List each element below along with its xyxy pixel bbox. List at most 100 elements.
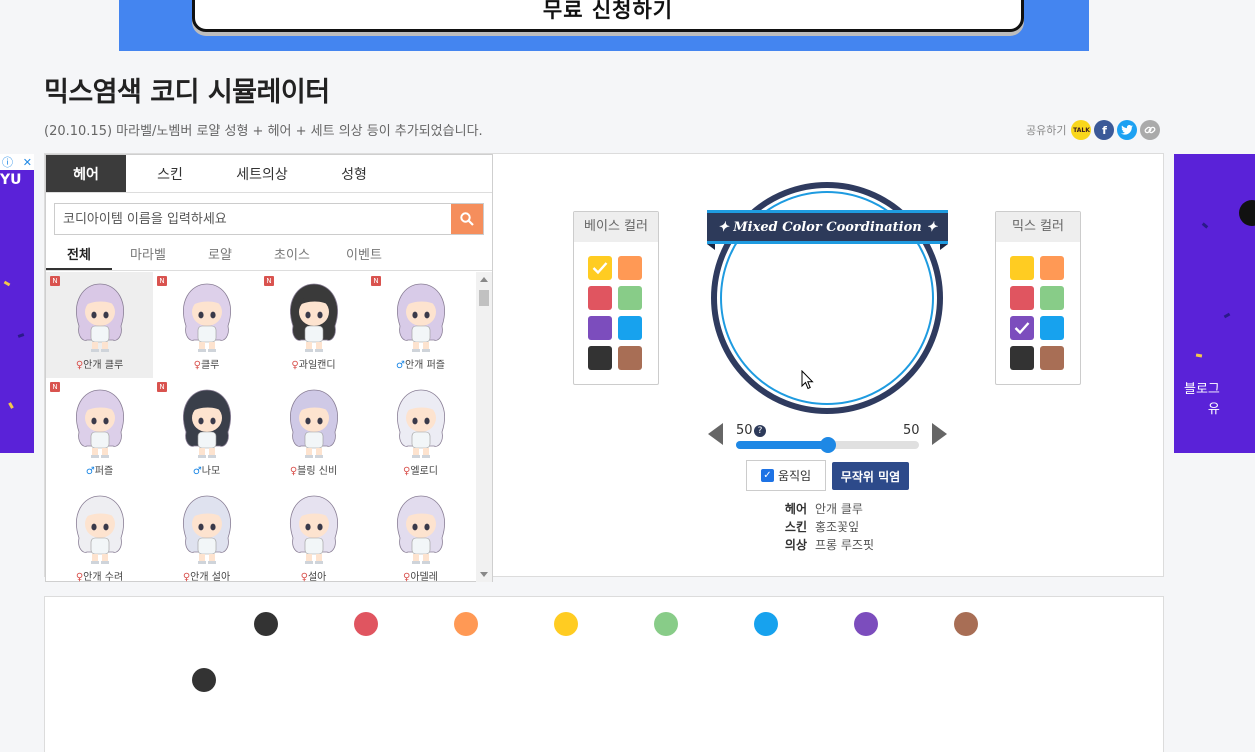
hair-item[interactable]: ♀설아: [260, 484, 367, 582]
item-name: 안개 클루: [83, 360, 124, 371]
base-color-swatch-brown[interactable]: [618, 346, 642, 370]
ratio-increase-arrow-icon[interactable]: [932, 423, 947, 445]
hair-item[interactable]: N ♀클루: [153, 272, 260, 378]
gender-icon: ♀: [291, 360, 299, 371]
color-combinations-panel: [44, 596, 1164, 752]
base-color-swatch-green[interactable]: [618, 286, 642, 310]
base-color-picker: 베이스 컬러: [573, 211, 659, 385]
mix-color-swatch-yellow[interactable]: [1010, 256, 1034, 280]
new-badge: N: [157, 382, 167, 392]
hair-item[interactable]: ♀안개 설아: [153, 484, 260, 582]
hair-item[interactable]: N ♂퍼즐: [46, 378, 153, 484]
combination-color-dot[interactable]: [254, 612, 278, 636]
item-grid-scrollbar[interactable]: [476, 272, 492, 582]
category-tabs: 헤어 스킨 세트의상 성형: [46, 155, 492, 193]
help-icon[interactable]: ?: [754, 425, 766, 437]
base-color-swatch-yellow[interactable]: [588, 256, 612, 280]
mix-color-swatch-black[interactable]: [1010, 346, 1034, 370]
subtab-all[interactable]: 전체: [46, 243, 112, 270]
hair-item[interactable]: N ♀안개 클루: [46, 272, 153, 378]
search-icon: [460, 212, 474, 226]
item-name: 안개 설아: [190, 572, 231, 582]
combination-color-dot[interactable]: [454, 612, 478, 636]
hair-preview-avatar: [396, 283, 445, 352]
combination-color-dot[interactable]: [954, 612, 978, 636]
subtab-royal[interactable]: 로얄: [184, 243, 256, 270]
hair-item[interactable]: ♀블링 신비: [260, 378, 367, 484]
base-color-swatch-blue[interactable]: [618, 316, 642, 340]
item-name: 엘로디: [410, 466, 438, 477]
gender-icon: ♂: [85, 466, 95, 477]
motion-toggle[interactable]: ✓ 움직임: [746, 460, 826, 491]
search-button[interactable]: [451, 204, 483, 234]
hair-preview-avatar: [289, 283, 338, 352]
slider-handle[interactable]: [819, 437, 836, 453]
link-icon[interactable]: [1140, 120, 1161, 140]
tab-face[interactable]: 성형: [310, 155, 398, 192]
search-input[interactable]: [55, 204, 451, 234]
hair-item[interactable]: ♀안개 수려: [46, 484, 153, 582]
share-label: 공유하기: [1026, 124, 1067, 137]
hair-item[interactable]: ♀아델레: [367, 484, 474, 582]
mix-ratio-value: 50: [903, 423, 920, 438]
base-color-swatch-black[interactable]: [588, 346, 612, 370]
hair-preview-avatar: [182, 389, 231, 458]
gender-icon: ♀: [193, 360, 201, 371]
item-name: 나모: [201, 466, 221, 477]
mix-color-picker: 믹스 컬러: [995, 211, 1081, 385]
combination-color-dot[interactable]: [554, 612, 578, 636]
banner-apply-button[interactable]: 무료 신청하기: [192, 0, 1024, 32]
update-notice: (20.10.15) 마라벨/노벰버 로얄 성형 + 헤어 + 세트 의상 등이…: [44, 124, 483, 139]
base-color-swatch-red[interactable]: [588, 286, 612, 310]
subtab-event[interactable]: 이벤트: [328, 243, 400, 270]
checkbox-checked-icon[interactable]: ✓: [760, 469, 774, 482]
tab-skin[interactable]: 스킨: [126, 155, 214, 192]
subtab-choice[interactable]: 초이스: [256, 243, 328, 270]
mix-color-swatch-purple[interactable]: [1010, 316, 1034, 340]
mix-color-swatch-orange[interactable]: [1040, 256, 1064, 280]
ratio-decrease-arrow-icon[interactable]: [708, 423, 723, 445]
mix-ratio-slider[interactable]: [736, 437, 919, 453]
current-selection-info: 헤어 안개 클루 스킨 홍조꽃잎 의상 프롱 루즈핏: [784, 502, 875, 552]
selected-hair: 안개 클루: [815, 502, 863, 516]
base-color-swatch-purple[interactable]: [588, 316, 612, 340]
tab-hair[interactable]: 헤어: [46, 155, 126, 192]
hair-preview-avatar: [182, 495, 231, 564]
facebook-icon[interactable]: f: [1094, 120, 1115, 140]
hair-item[interactable]: ♀엘로디: [367, 378, 474, 484]
base-color-title: 베이스 컬러: [574, 212, 658, 242]
hair-preview-avatar: [75, 389, 124, 458]
right-side-ad[interactable]: 블로그 유: [1174, 154, 1255, 453]
tab-set-outfit[interactable]: 세트의상: [218, 155, 306, 192]
page-title: 믹스염색 코디 시뮬레이터: [44, 77, 330, 108]
twitter-icon[interactable]: [1117, 120, 1138, 140]
mix-color-swatch-brown[interactable]: [1040, 346, 1064, 370]
base-color-swatch-orange[interactable]: [618, 256, 642, 280]
selected-outfit: 프롱 루즈핏: [815, 538, 875, 552]
hair-preview-avatar: [182, 283, 231, 352]
subtab-marabel[interactable]: 마라벨: [112, 243, 184, 270]
left-side-ad[interactable]: ⓘ ✕ YU: [0, 154, 34, 453]
combination-color-dot[interactable]: [854, 612, 878, 636]
new-badge: N: [157, 276, 167, 286]
combination-color-dot[interactable]: [654, 612, 678, 636]
hair-item[interactable]: N ♂안개 퍼즐: [367, 272, 474, 378]
random-mix-button[interactable]: 무작위 믹염: [832, 462, 909, 490]
top-ad-banner[interactable]: 무료 신청하기: [119, 0, 1089, 51]
ad-choices-icon[interactable]: ⓘ ✕: [0, 154, 34, 170]
item-name: 과일캔디: [298, 360, 336, 371]
new-badge: N: [50, 276, 60, 286]
hair-preview-avatar: [289, 495, 338, 564]
kakaotalk-icon[interactable]: TALK: [1071, 120, 1092, 140]
combination-row-color-dot[interactable]: [192, 668, 216, 692]
hair-preview-avatar: [396, 389, 445, 458]
hair-item[interactable]: N ♀과일캔디: [260, 272, 367, 378]
mouse-cursor-icon: [801, 370, 814, 390]
combination-color-dot[interactable]: [754, 612, 778, 636]
mix-color-swatch-red[interactable]: [1010, 286, 1034, 310]
hair-item[interactable]: N ♂나모: [153, 378, 260, 484]
mix-color-title: 믹스 컬러: [996, 212, 1080, 242]
mix-color-swatch-blue[interactable]: [1040, 316, 1064, 340]
mix-color-swatch-green[interactable]: [1040, 286, 1064, 310]
combination-color-dot[interactable]: [354, 612, 378, 636]
